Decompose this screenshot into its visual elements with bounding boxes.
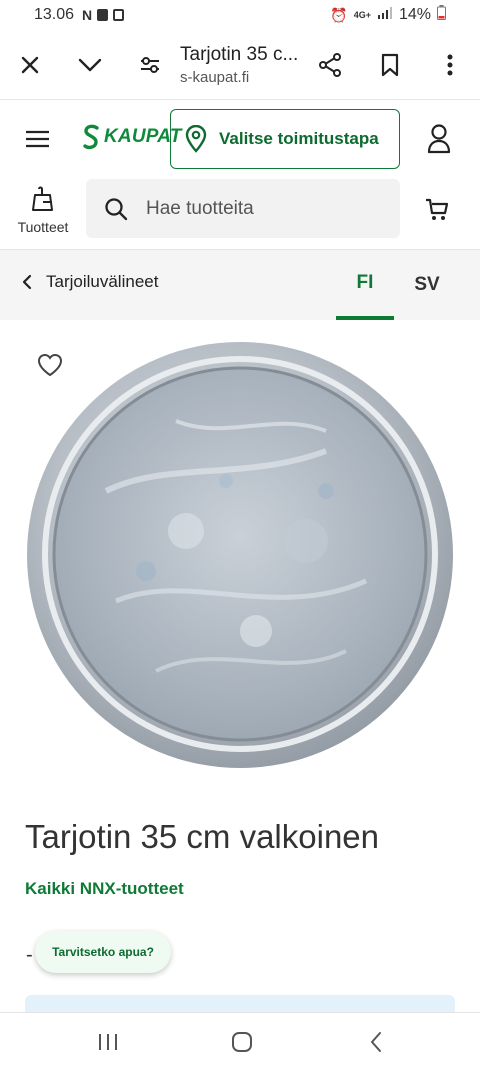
home-button[interactable] bbox=[222, 1029, 262, 1055]
page-title-area[interactable]: Tarjotin 35 c... s-kaupat.fi bbox=[180, 44, 300, 86]
more-options-button[interactable] bbox=[420, 30, 480, 100]
tune-icon bbox=[141, 56, 159, 73]
product-title: Tarjotin 35 cm valkoinen bbox=[25, 818, 380, 855]
recent-apps-icon bbox=[99, 1034, 117, 1050]
share-icon bbox=[319, 52, 341, 77]
home-icon bbox=[232, 1032, 252, 1052]
breadcrumb-row: Tarjoiluvälineet FI SV bbox=[0, 250, 480, 320]
browser-toolbar: Tarjotin 35 c... s-kaupat.fi bbox=[0, 30, 480, 100]
cart-button[interactable] bbox=[424, 196, 452, 224]
delivery-method-button[interactable]: Valitse toimitustapa bbox=[170, 109, 400, 169]
brand-products-link[interactable]: Kaikki NNX-tuotteet bbox=[25, 879, 184, 899]
site-header: KAUPAT Valitse toimitustapa bbox=[0, 100, 480, 178]
s-logo-icon bbox=[83, 124, 99, 150]
breadcrumb[interactable]: Tarjoiluvälineet bbox=[22, 272, 158, 292]
more-vert-icon bbox=[447, 54, 453, 75]
tab-title: Tarjotin 35 c... bbox=[180, 43, 299, 65]
hamburger-icon bbox=[26, 130, 49, 148]
bookmark-button[interactable] bbox=[360, 30, 420, 100]
battery-icon bbox=[437, 5, 446, 25]
search-row: Tuotteet Hae tuotteita bbox=[0, 178, 480, 250]
signal-icon bbox=[377, 6, 393, 24]
cart-icon bbox=[426, 198, 449, 220]
heart-icon bbox=[37, 353, 63, 377]
user-icon bbox=[427, 124, 451, 154]
help-chat-button[interactable]: Tarvitsetko apua? bbox=[35, 931, 171, 973]
products-button[interactable]: Tuotteet bbox=[14, 186, 72, 235]
status-bar: 13.06 N ⏰ 4G+ 14% bbox=[0, 0, 480, 30]
recent-apps-button[interactable] bbox=[88, 1029, 128, 1055]
favorite-button[interactable] bbox=[36, 352, 64, 378]
close-icon bbox=[21, 56, 39, 73]
s-kaupat-logo[interactable]: KAUPAT bbox=[82, 124, 182, 150]
close-tab-button[interactable] bbox=[0, 30, 60, 100]
system-navigation-bar bbox=[0, 1012, 480, 1070]
back-button[interactable] bbox=[356, 1029, 396, 1055]
partial-text: - bbox=[26, 944, 33, 966]
delivery-label: Valitse toimitustapa bbox=[219, 129, 379, 148]
chevron-down-icon bbox=[78, 58, 102, 71]
menu-button[interactable] bbox=[22, 124, 56, 154]
search-placeholder: Hae tuotteita bbox=[146, 197, 254, 219]
account-button[interactable] bbox=[424, 122, 454, 156]
back-icon bbox=[371, 1032, 381, 1052]
products-label: Tuotteet bbox=[17, 219, 69, 235]
url-text: s-kaupat.fi bbox=[180, 68, 250, 86]
battery-percent: 14% bbox=[398, 6, 431, 23]
products-bag-icon bbox=[32, 186, 53, 211]
language-tab-fi[interactable]: FI bbox=[336, 250, 394, 320]
search-icon bbox=[105, 197, 128, 220]
gallery-icon bbox=[113, 9, 125, 21]
collapse-button[interactable] bbox=[60, 30, 120, 100]
language-tab-sv[interactable]: SV bbox=[400, 250, 454, 320]
n-app-icon: N bbox=[82, 7, 93, 23]
chevron-left-icon bbox=[22, 274, 32, 290]
notification-icon bbox=[97, 9, 109, 21]
alarm-icon: ⏰ bbox=[330, 6, 348, 23]
site-settings-button[interactable] bbox=[120, 30, 180, 100]
search-input[interactable]: Hae tuotteita bbox=[86, 179, 400, 238]
location-pin-icon bbox=[185, 125, 207, 153]
share-button[interactable] bbox=[300, 30, 360, 100]
bookmark-icon bbox=[381, 53, 399, 76]
status-time: 13.06 bbox=[34, 6, 75, 23]
product-image bbox=[27, 342, 453, 768]
breadcrumb-label: Tarjoiluvälineet bbox=[46, 272, 159, 291]
network-label: 4G+ bbox=[353, 10, 371, 20]
